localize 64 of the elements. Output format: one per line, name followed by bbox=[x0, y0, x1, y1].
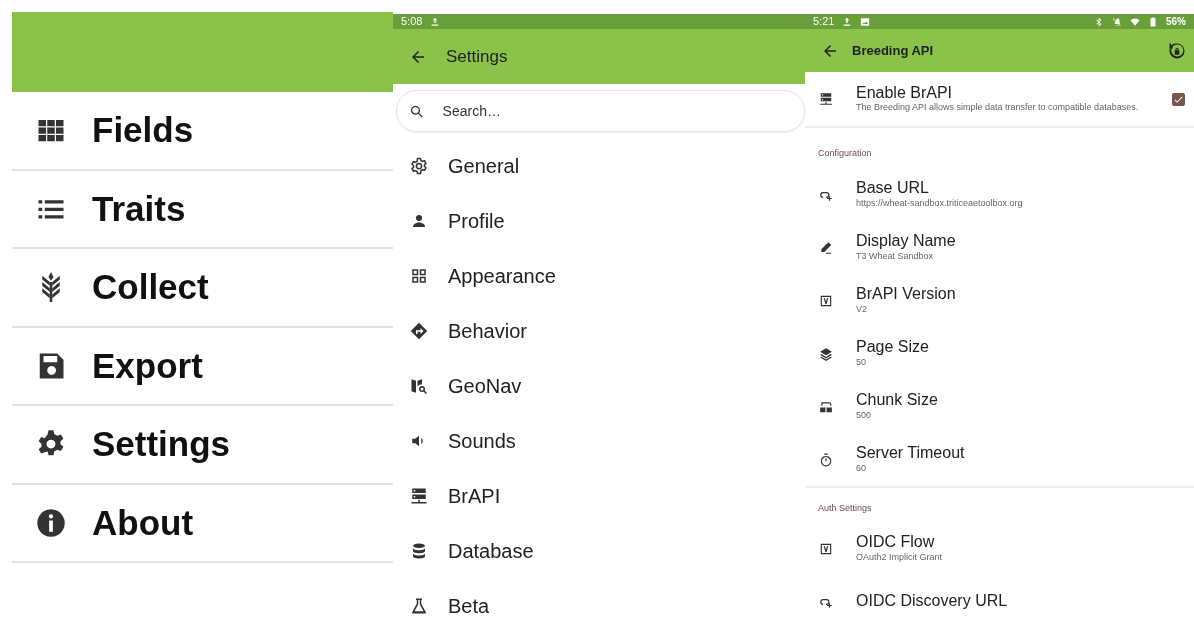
menu-item[interactable]: Fields bbox=[12, 92, 393, 171]
wifi-icon bbox=[1130, 16, 1140, 27]
category-item[interactable]: Database bbox=[393, 523, 805, 578]
clock-time: 5:21 bbox=[813, 14, 835, 30]
setting-summary: The Breeding API allows simple data transfer to compatible databases. bbox=[856, 102, 1140, 115]
diamond-arrow-icon bbox=[410, 321, 428, 340]
map-search-icon bbox=[410, 376, 428, 395]
setting-title[interactable]: Page Size bbox=[856, 338, 929, 357]
section-header: Auth Settings bbox=[817, 502, 873, 515]
battery-icon bbox=[1148, 16, 1158, 27]
screen-title: Settings bbox=[446, 45, 508, 68]
setting-title[interactable]: Base URL bbox=[856, 179, 1023, 198]
section-header: Configuration bbox=[817, 147, 873, 160]
menu-item[interactable]: Collect bbox=[12, 249, 393, 328]
stopwatch-icon bbox=[819, 452, 833, 467]
setting-title[interactable]: BrAPI Version bbox=[856, 285, 956, 304]
setting-title: Enable BrAPI bbox=[856, 83, 954, 103]
setting-summary: T3 Wheat Sandbox bbox=[856, 250, 935, 263]
server-icon bbox=[819, 92, 833, 106]
category-item[interactable]: GeoNav bbox=[393, 358, 805, 413]
setting-summary: V2 bbox=[856, 303, 868, 316]
lock-refresh-icon bbox=[1168, 41, 1186, 60]
checkbox[interactable] bbox=[1172, 92, 1185, 106]
menu-item[interactable]: Settings bbox=[12, 406, 393, 485]
category-item[interactable]: Behavior bbox=[393, 303, 805, 358]
screen-title: Breeding API bbox=[852, 41, 934, 60]
setting-summary: https://wheat-sandbox.triticeaetoolbox.org bbox=[856, 197, 1023, 210]
menu-item[interactable]: Export bbox=[12, 327, 393, 406]
muted-bell-icon bbox=[1112, 16, 1122, 27]
category-item[interactable]: General bbox=[393, 138, 805, 193]
menu-item[interactable]: Traits bbox=[12, 170, 393, 249]
category-item[interactable]: BrAPI bbox=[393, 468, 805, 523]
grid-icon bbox=[410, 266, 428, 285]
category-item[interactable]: Beta bbox=[393, 578, 805, 628]
lock-refresh-button[interactable] bbox=[1168, 41, 1186, 60]
menu-item[interactable]: About bbox=[12, 484, 393, 563]
setting-summary: 500 bbox=[856, 409, 873, 422]
letter-v-icon bbox=[819, 293, 833, 308]
info-icon bbox=[36, 507, 66, 538]
setting-title[interactable]: Display Name bbox=[856, 232, 956, 251]
letter-v-icon bbox=[819, 541, 833, 556]
setting-summary: 60 bbox=[856, 462, 867, 475]
pencil-icon bbox=[819, 240, 833, 255]
category-item[interactable]: Profile bbox=[393, 193, 805, 248]
category-item[interactable]: Appearance bbox=[393, 248, 805, 303]
setting-summary: OAuth2 Implicit Grant bbox=[856, 551, 943, 564]
setting-summary: 50 bbox=[856, 356, 867, 369]
category-item[interactable]: Sounds bbox=[393, 413, 805, 468]
upload-icon bbox=[842, 16, 853, 27]
server-icon bbox=[410, 486, 428, 505]
image-icon bbox=[860, 16, 871, 27]
bluetooth-icon bbox=[1094, 16, 1104, 27]
settings-icon bbox=[410, 156, 428, 175]
setting-title[interactable]: OIDC Flow bbox=[856, 533, 943, 552]
database-icon bbox=[410, 541, 428, 560]
setting-title[interactable]: OIDC Discovery URL bbox=[856, 592, 1008, 611]
upload-icon bbox=[430, 16, 441, 27]
setting-title[interactable]: Server Timeout bbox=[856, 444, 965, 463]
flask-icon bbox=[410, 596, 428, 615]
search-field[interactable]: Search… bbox=[440, 91, 792, 131]
setting-title[interactable]: Chunk Size bbox=[856, 391, 938, 410]
clock-time: 5:08 bbox=[401, 14, 423, 30]
battery-percent: 56% bbox=[1166, 15, 1186, 29]
layers-icon bbox=[819, 346, 833, 361]
